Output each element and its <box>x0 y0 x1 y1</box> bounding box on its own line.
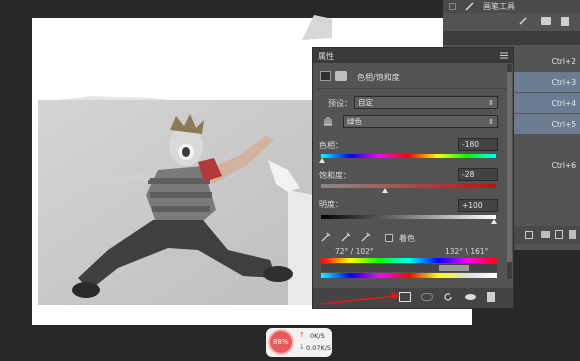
chevron-down-icon: ⇕ <box>488 99 494 107</box>
download-speed: 0.07K/S <box>306 344 332 352</box>
network-speed-widget[interactable]: 88% ↑ 0K/S ↓ 0.07K/S <box>266 328 332 357</box>
output-color-bar <box>321 273 497 278</box>
range-right-readout: 132° \ 161° <box>445 247 489 256</box>
eyedropper-icon[interactable] <box>321 232 331 242</box>
colorize-label: 着色 <box>399 234 415 243</box>
range-selector[interactable] <box>321 264 497 272</box>
eyedropper-minus-icon[interactable] <box>361 232 371 242</box>
eyedropper-plus-icon[interactable] <box>341 232 351 242</box>
adjustment-layer-icon <box>320 71 331 81</box>
shortcut-text: Ctrl+2 <box>551 57 576 66</box>
upload-speed: 0K/S <box>310 332 325 340</box>
input-color-bar <box>321 258 497 263</box>
shortcut-text: Ctrl+6 <box>551 161 576 170</box>
jumping-boy-photo <box>38 100 356 305</box>
shortcut-text: Ctrl+3 <box>551 78 576 87</box>
layers-toolbar <box>443 14 580 30</box>
scrollbar-thumb[interactable] <box>507 72 512 262</box>
range-left-readout: 72° / 102° <box>335 247 374 256</box>
lightness-slider-track[interactable] <box>321 215 496 219</box>
shortcut-text: Ctrl+4 <box>551 99 576 108</box>
chevron-down-icon: ⇕ <box>488 118 494 126</box>
percent-text: 88% <box>273 338 289 346</box>
saturation-slider-track[interactable] <box>321 184 496 188</box>
new-adjustment-icon[interactable] <box>525 231 533 239</box>
saturation-input[interactable]: -28 <box>458 168 498 181</box>
hue-label: 色相： <box>319 141 343 150</box>
saturation-label: 饱和度： <box>319 171 351 180</box>
hue-slider-track[interactable] <box>321 154 496 158</box>
trash-icon[interactable] <box>487 292 495 302</box>
channel-value: 绿色 <box>347 117 362 126</box>
lightness-label: 明度： <box>319 200 343 209</box>
percent-circle: 88% <box>268 329 294 355</box>
properties-panel: 属性 色相/饱和度 预设： 自定 ⇕ 绿色 ⇕ 色相： -180 饱和度： -2… <box>312 47 514 309</box>
brush-icon <box>465 1 475 11</box>
annotation-arrow <box>319 291 400 305</box>
preset-value: 自定 <box>358 98 373 107</box>
shortcut-text: Ctrl+5 <box>551 120 576 129</box>
camera-icon[interactable] <box>541 17 551 25</box>
panel-menu-icon[interactable] <box>500 52 508 59</box>
hue-slider-thumb[interactable] <box>319 158 325 163</box>
brush-options-icon[interactable] <box>519 17 527 25</box>
new-layer-icon[interactable] <box>555 230 563 239</box>
lightness-input[interactable]: +100 <box>458 199 498 212</box>
properties-titlebar[interactable]: 属性 <box>313 48 513 63</box>
properties-tab[interactable]: 属性 <box>318 51 334 62</box>
channel-select[interactable]: 绿色 ⇕ <box>343 115 498 128</box>
download-arrow-icon: ↓ <box>299 343 305 351</box>
reset-icon[interactable] <box>443 292 453 302</box>
lightness-slider-thumb[interactable] <box>491 219 497 224</box>
trash-icon[interactable] <box>569 230 576 239</box>
range-selected-band[interactable] <box>439 265 469 271</box>
properties-scrollbar[interactable] <box>507 64 512 279</box>
trash-icon[interactable] <box>561 17 569 26</box>
colorize-checkbox[interactable] <box>385 234 393 242</box>
layers-tabs-strip <box>443 31 580 45</box>
view-previous-icon[interactable] <box>421 293 433 301</box>
visibility-eye-icon[interactable] <box>465 294 476 300</box>
saturation-slider-thumb[interactable] <box>382 188 388 193</box>
mask-icon[interactable] <box>335 71 347 81</box>
brush-tool-row[interactable]: 画笔工具 <box>443 0 580 13</box>
brush-tool-label: 画笔工具 <box>483 2 515 11</box>
hand-targeted-adjustment-icon[interactable] <box>322 114 334 126</box>
upload-arrow-icon: ↑ <box>299 331 305 339</box>
divider <box>317 88 509 89</box>
preset-label: 预设： <box>328 99 352 108</box>
preset-select[interactable]: 自定 ⇕ <box>354 96 498 109</box>
adjustment-title: 色相/饱和度 <box>357 73 400 82</box>
hue-input[interactable]: -180 <box>458 138 498 151</box>
checkbox-icon[interactable] <box>449 3 456 10</box>
folder-icon[interactable] <box>541 231 550 238</box>
